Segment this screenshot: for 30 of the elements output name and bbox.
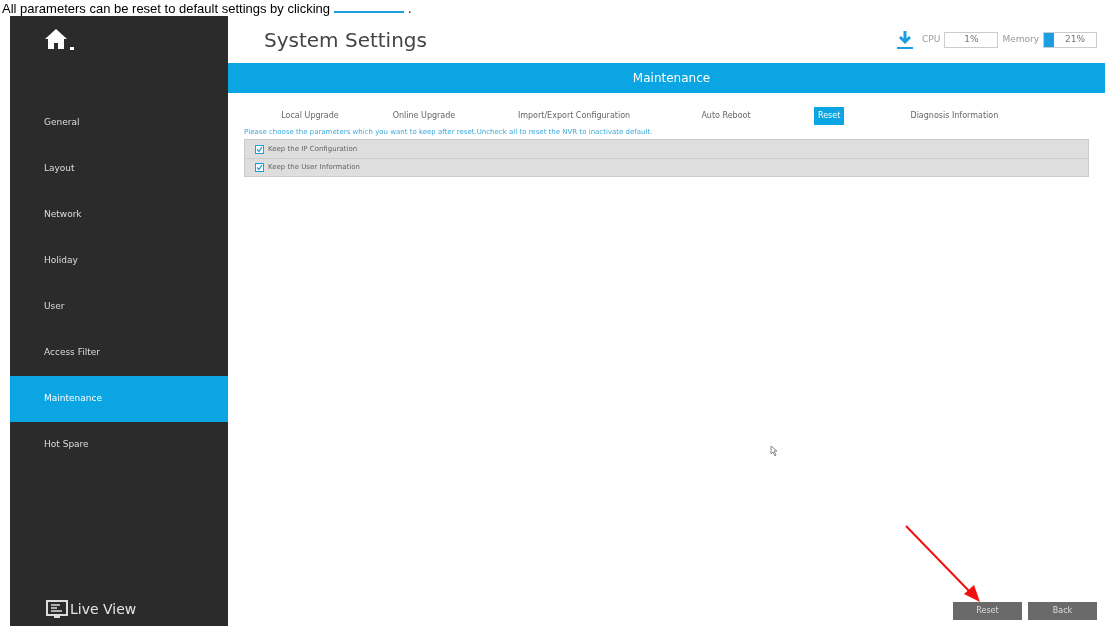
memory-usage-bar	[1044, 32, 1054, 47]
sidebar-item[interactable]: Access Filter	[10, 330, 228, 376]
tab[interactable]: Diagnosis Information	[874, 107, 1035, 125]
action-button[interactable]: Reset	[953, 602, 1022, 620]
download-icon[interactable]	[896, 29, 915, 50]
sidebar-item[interactable]: Holiday	[10, 238, 228, 284]
tab[interactable]: Online Upgrade	[364, 107, 484, 125]
document-caption: All parameters can be reset to default settings by clicking	[2, 1, 331, 15]
live-view-link[interactable]: Live View	[70, 599, 137, 620]
cpu-label: CPU	[922, 32, 941, 46]
cursor-icon	[770, 445, 780, 457]
memory-usage-value: 21%	[1064, 32, 1086, 46]
sidebar-item[interactable]: Hot Spare	[10, 422, 228, 468]
cpu-usage-field: 1%	[944, 31, 999, 48]
page-title: System Settings	[264, 26, 427, 54]
caption-period: .	[408, 1, 412, 15]
home-icon[interactable]	[44, 28, 76, 52]
sidebar-item[interactable]: User	[10, 284, 228, 330]
tab[interactable]: Auto Reboot	[664, 107, 788, 125]
sidebar-item[interactable]: General	[10, 100, 228, 146]
memory-label: Memory	[1002, 32, 1039, 46]
action-button[interactable]: Back	[1028, 602, 1097, 620]
sidebar-item[interactable]: Layout	[10, 146, 228, 192]
checkbox[interactable]	[255, 163, 264, 172]
sidebar-item[interactable]: Network	[10, 192, 228, 238]
tab[interactable]: Import/Export Configuration	[484, 107, 664, 125]
section-title: Maintenance	[632, 70, 711, 87]
tab[interactable]: Local Upgrade	[256, 107, 364, 125]
monitor-icon[interactable]	[46, 599, 68, 620]
checkbox[interactable]	[255, 144, 264, 154]
